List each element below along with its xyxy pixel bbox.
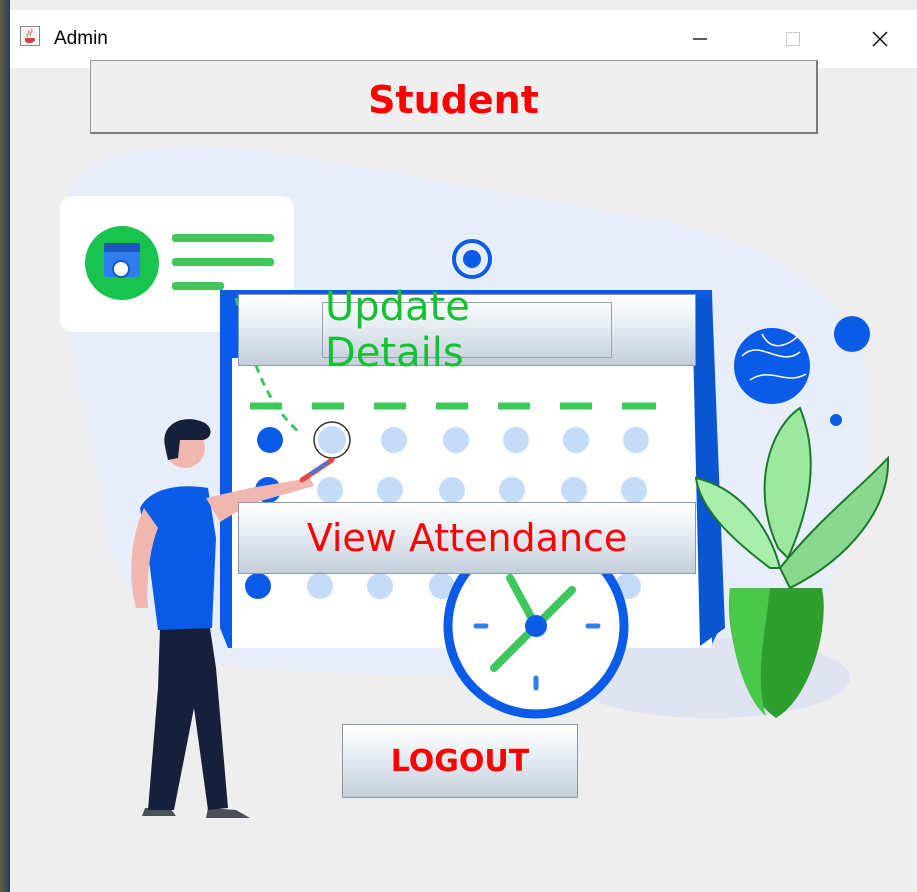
update-details-label: Update Details xyxy=(325,284,470,376)
update-details-button[interactable]: Update Details xyxy=(238,284,696,376)
java-coffee-icon xyxy=(20,26,40,46)
logout-label: LOGOUT xyxy=(390,743,530,779)
app-window: Admin Student Update Details View Attend… xyxy=(10,10,917,892)
window-title: Admin xyxy=(54,28,108,49)
content-pane: Student Update Details View Attendance L… xyxy=(10,60,917,892)
view-attendance-button[interactable]: View Attendance xyxy=(238,502,696,574)
focus-ring: Update Details xyxy=(322,284,612,376)
minimize-icon xyxy=(693,38,707,40)
maximize-icon xyxy=(786,32,800,46)
student-header-button[interactable]: Student xyxy=(90,60,818,134)
close-icon xyxy=(872,31,888,47)
logout-button[interactable]: LOGOUT xyxy=(342,724,578,798)
view-attendance-label: View Attendance xyxy=(306,516,628,560)
close-button[interactable] xyxy=(850,10,910,68)
student-header-label: Student xyxy=(368,77,539,122)
